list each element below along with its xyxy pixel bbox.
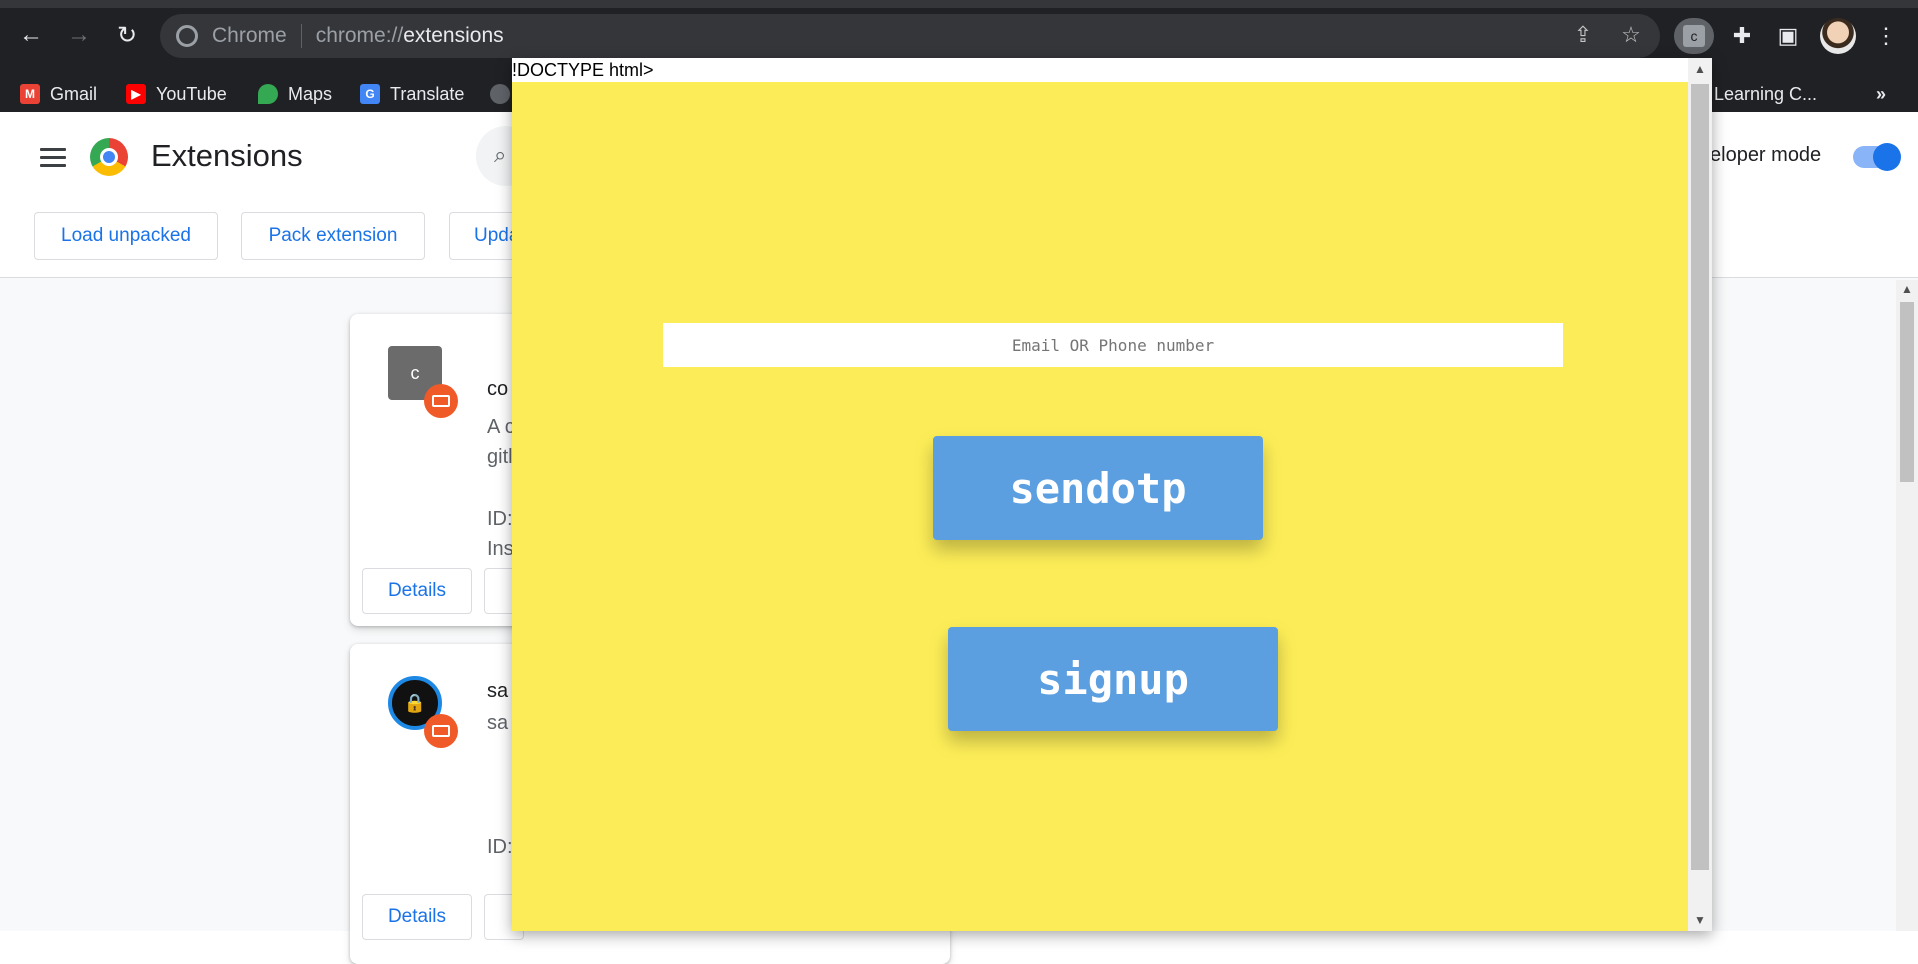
extension-id: ID:: [487, 836, 513, 858]
details-button[interactable]: Details: [362, 568, 472, 614]
site-label: Chrome: [212, 24, 287, 47]
menu-icon[interactable]: [40, 148, 66, 168]
page-title: Extensions: [151, 138, 303, 173]
translate-icon: G: [360, 84, 380, 104]
url-scheme: chrome://: [315, 24, 404, 47]
bookmarks-overflow-icon[interactable]: »: [1876, 82, 1886, 106]
share-icon[interactable]: ⇪: [1570, 22, 1596, 48]
search-icon: ⌕: [494, 142, 507, 167]
side-panel-icon[interactable]: ▣: [1774, 22, 1802, 50]
back-arrow-icon[interactable]: ←: [16, 20, 46, 50]
globe-icon: [490, 84, 510, 104]
maps-icon: [258, 84, 278, 104]
scroll-up-icon[interactable]: ▲: [1901, 282, 1913, 296]
extension-description: sa: [487, 712, 509, 734]
popup-scrollbar[interactable]: ▲ ▼: [1688, 58, 1712, 931]
gmail-icon: M: [20, 84, 40, 104]
extension-name: co: [487, 378, 509, 400]
scroll-up-icon[interactable]: ▲: [1694, 62, 1706, 76]
profile-avatar[interactable]: [1820, 18, 1856, 54]
bookmark-maps[interactable]: Maps: [258, 82, 332, 106]
tab-strip: [0, 0, 1918, 8]
bookmark-label: YouTube: [156, 83, 227, 104]
scrollbar-thumb[interactable]: [1900, 302, 1914, 482]
sendotp-button[interactable]: sendotp: [933, 436, 1263, 540]
popup-body: sendotp signup: [512, 82, 1688, 931]
chrome-logo-icon: [90, 138, 128, 176]
extension-letter-icon: c: [1683, 25, 1705, 47]
inspect-views-label: Ins: [487, 538, 514, 560]
unpacked-badge-icon: [424, 384, 458, 418]
pack-extension-button[interactable]: Pack extension: [241, 212, 425, 260]
extension-action-button[interactable]: c: [1674, 18, 1714, 54]
bookmark-translate[interactable]: G Translate: [360, 82, 464, 106]
scrollbar-thumb[interactable]: [1691, 84, 1709, 870]
address-separator: [300, 24, 302, 48]
bookmark-gmail[interactable]: M Gmail: [20, 82, 97, 106]
page-scrollbar[interactable]: ▲: [1896, 280, 1918, 931]
details-button[interactable]: Details: [362, 894, 472, 940]
signup-button[interactable]: signup: [948, 627, 1278, 731]
bookmark-label: Learning C...: [1714, 83, 1818, 104]
extension-popup: !DOCTYPE html> sendotp signup ▲ ▼: [512, 58, 1712, 931]
load-unpacked-button[interactable]: Load unpacked: [34, 212, 218, 260]
puzzle-extensions-icon[interactable]: ✚: [1728, 22, 1756, 50]
bookmark-youtube[interactable]: ▶ YouTube: [126, 82, 227, 106]
developer-mode-toggle[interactable]: [1853, 143, 1901, 171]
url-host: extensions: [403, 24, 504, 47]
bookmark-learning[interactable]: Learning C...: [1714, 82, 1817, 106]
forward-arrow-icon[interactable]: →: [64, 20, 94, 50]
bookmark-label: Translate: [390, 83, 465, 104]
chrome-site-icon: [176, 25, 198, 47]
doctype-text: !DOCTYPE html>: [512, 60, 654, 80]
bookmark-label: Gmail: [50, 83, 98, 104]
reload-icon[interactable]: ↻: [112, 20, 142, 50]
developer-mode-label: veloper mode: [1700, 144, 1822, 166]
extension-description-line2: gitl: [487, 446, 513, 468]
scroll-down-icon[interactable]: ▼: [1694, 913, 1706, 927]
extension-name: sa: [487, 680, 509, 702]
bookmark-label: Maps: [288, 83, 333, 104]
address-bar[interactable]: Chrome chrome://extensions: [160, 14, 1660, 58]
extension-id: ID:: [487, 508, 513, 530]
email-phone-input[interactable]: [663, 323, 1563, 367]
extension-description: A c: [487, 416, 515, 438]
unpacked-badge-icon: [424, 714, 458, 748]
youtube-icon: ▶: [126, 84, 146, 104]
bookmark-star-icon[interactable]: ☆: [1618, 22, 1644, 48]
more-menu-icon[interactable]: ⋮: [1872, 22, 1900, 50]
